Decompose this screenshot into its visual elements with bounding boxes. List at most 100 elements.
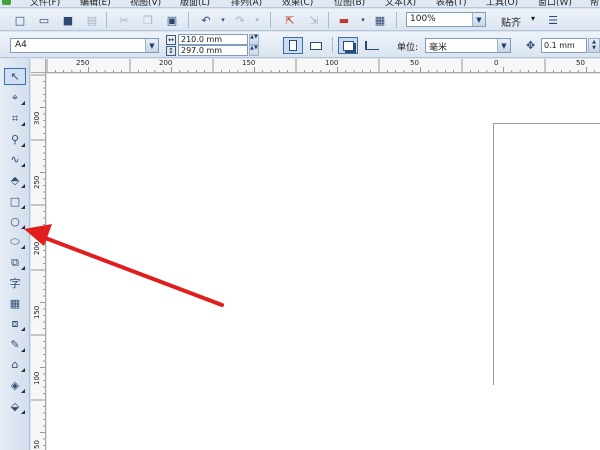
current-page-icon [365,41,379,50]
ruler-label: 50 [576,59,585,67]
units-value: 毫米 [429,43,448,53]
toolbar-separator [332,37,333,53]
ruler-label: 250 [33,175,41,189]
new-document-icon[interactable]: □ [12,12,28,28]
text-tool-icon[interactable]: 字 [4,274,26,291]
app-logo-icon [2,0,11,5]
page-height-field[interactable]: 297.0 mm [178,45,248,56]
menu-layout[interactable]: 版面(L) [180,0,210,7]
menu-file[interactable]: 文件(F) [30,0,60,7]
zoom-level-select[interactable]: 100% ▼ [406,12,486,27]
polygon-tool-icon[interactable]: ⬭ [4,233,26,250]
outline-tool-icon[interactable]: ⌂ [4,356,26,373]
vertical-ruler[interactable]: 300 250 200 150 100 50 [31,73,46,450]
page-width-field[interactable]: 210.0 mm [178,34,248,45]
all-pages-icon [342,40,354,51]
menu-help[interactable]: 帮 [590,0,599,7]
ruler-label: 150 [33,305,41,319]
menu-window[interactable]: 窗口(W) [538,0,572,7]
chevron-down-icon[interactable]: ▼ [145,39,158,52]
pick-tool-icon[interactable]: ↖ [4,68,26,85]
basic-shapes-tool-icon[interactable]: ⧉ [4,254,26,271]
options-icon[interactable]: ☰ [545,12,561,28]
zoom-level-value: 100% [410,14,436,24]
copy-icon[interactable]: ❐ [140,12,156,28]
zoom-tool-icon[interactable]: ⚲ [4,131,26,148]
width-icon: ↔ [166,35,176,45]
property-bar: A4 ▼ ↔ 210.0 mm ▲▼ ↕ 297.0 mm ▲▼ 单位: 毫米 … [0,32,600,58]
launcher-dropdown-icon[interactable]: ▾ [355,12,371,28]
ruler-label: 0 [494,59,499,67]
toolbox: ↖ ⌖ ⌗ ⚲ ∿ ⬘ □ ○ ⬭ ⧉ 字 ▦ ⧈ ✎ ⌂ ◈ ⬙ [0,59,30,450]
page-border-top [493,123,600,124]
menu-table[interactable]: 表格(T) [436,0,467,7]
current-page-button[interactable] [362,37,382,54]
snap-to-label[interactable]: 贴齐 [501,14,521,29]
all-pages-button[interactable] [338,37,358,54]
chevron-down-icon[interactable]: ▼ [497,39,510,52]
fill-tool-icon[interactable]: ◈ [4,377,26,394]
menu-bar: 文件(F) 编辑(E) 视图(V) 版面(L) 排列(A) 效果(C) 位图(B… [0,0,600,8]
vertical-ruler-ticks [31,74,45,446]
page-border-left [493,123,494,385]
interactive-fill-tool-icon[interactable]: ⬙ [4,398,26,415]
smart-fill-tool-icon[interactable]: ⬘ [4,172,26,189]
chevron-down-icon[interactable]: ▼ [472,13,485,26]
undo-icon[interactable]: ↶ [198,12,214,28]
ruler-label: 100 [325,59,339,67]
cut-icon[interactable]: ✂ [116,12,132,28]
eyedropper-tool-icon[interactable]: ✎ [4,336,26,353]
ruler-origin[interactable] [31,59,46,73]
import-icon[interactable]: ⇱ [282,12,298,28]
horizontal-ruler[interactable]: 250 200 150 100 50 0 50 [46,59,600,73]
toolbar-separator [188,12,189,28]
units-select[interactable]: 毫米 ▼ [425,38,511,53]
toolbar-separator [270,12,271,28]
undo-dropdown-icon[interactable]: ▾ [215,12,231,28]
print-icon[interactable]: ▤ [84,12,100,28]
units-label: 单位: [397,43,419,53]
redo-dropdown-icon[interactable]: ▾ [249,12,265,28]
interactive-blend-tool-icon[interactable]: ⧈ [4,315,26,332]
ruler-label: 50 [33,440,41,449]
menu-text[interactable]: 文本(X) [385,0,416,7]
table-tool-icon[interactable]: ▦ [4,295,26,312]
toolbar-separator [328,12,329,28]
menu-view[interactable]: 视图(V) [130,0,161,7]
nudge-distance-field[interactable]: 0.1 mm [541,38,587,53]
application-launcher-icon[interactable]: ▬ [336,12,352,28]
drawing-canvas[interactable] [47,74,600,450]
ruler-label: 200 [159,59,173,67]
open-folder-icon[interactable]: ▭ [36,12,52,28]
menu-effects[interactable]: 效果(C) [282,0,313,7]
ruler-label: 50 [410,59,419,67]
standard-toolbar: □ ▭ ■ ▤ ✂ ❐ ▣ ↶ ▾ ↷ ▾ ⇱ ⇲ ▬ ▾ ▦ 100% ▼ 贴… [0,9,600,31]
portrait-button[interactable] [283,37,303,54]
menu-bitmaps[interactable]: 位图(B) [334,0,365,7]
landscape-icon [310,41,322,50]
rectangle-tool-icon[interactable]: □ [4,193,26,210]
landscape-button[interactable] [306,37,326,54]
ruler-label: 300 [33,111,41,125]
redo-icon[interactable]: ↷ [232,12,248,28]
save-icon[interactable]: ■ [60,12,76,28]
freehand-tool-icon[interactable]: ∿ [4,151,26,168]
paper-size-value: A4 [15,40,27,50]
ruler-label: 250 [76,59,90,67]
shape-tool-icon[interactable]: ⌖ [4,89,26,106]
welcome-screen-icon[interactable]: ▦ [372,12,388,28]
paper-size-select[interactable]: A4 ▼ [10,38,159,53]
menu-tools[interactable]: 工具(O) [486,0,518,7]
crop-tool-icon[interactable]: ⌗ [4,110,26,127]
paste-icon[interactable]: ▣ [164,12,180,28]
menu-arrange[interactable]: 排列(A) [231,0,262,7]
horizontal-ruler-ticks [46,59,596,72]
width-spinner[interactable]: ▲▼ [249,34,259,45]
nudge-spinner[interactable]: ▲ ▼ [588,38,600,53]
snap-dropdown-icon[interactable]: ▾ [531,14,535,23]
ellipse-tool-icon[interactable]: ○ [4,213,26,230]
toolbar-separator [396,12,397,28]
menu-edit[interactable]: 编辑(E) [80,0,111,7]
export-icon[interactable]: ⇲ [306,12,322,28]
height-spinner[interactable]: ▲▼ [249,45,259,56]
